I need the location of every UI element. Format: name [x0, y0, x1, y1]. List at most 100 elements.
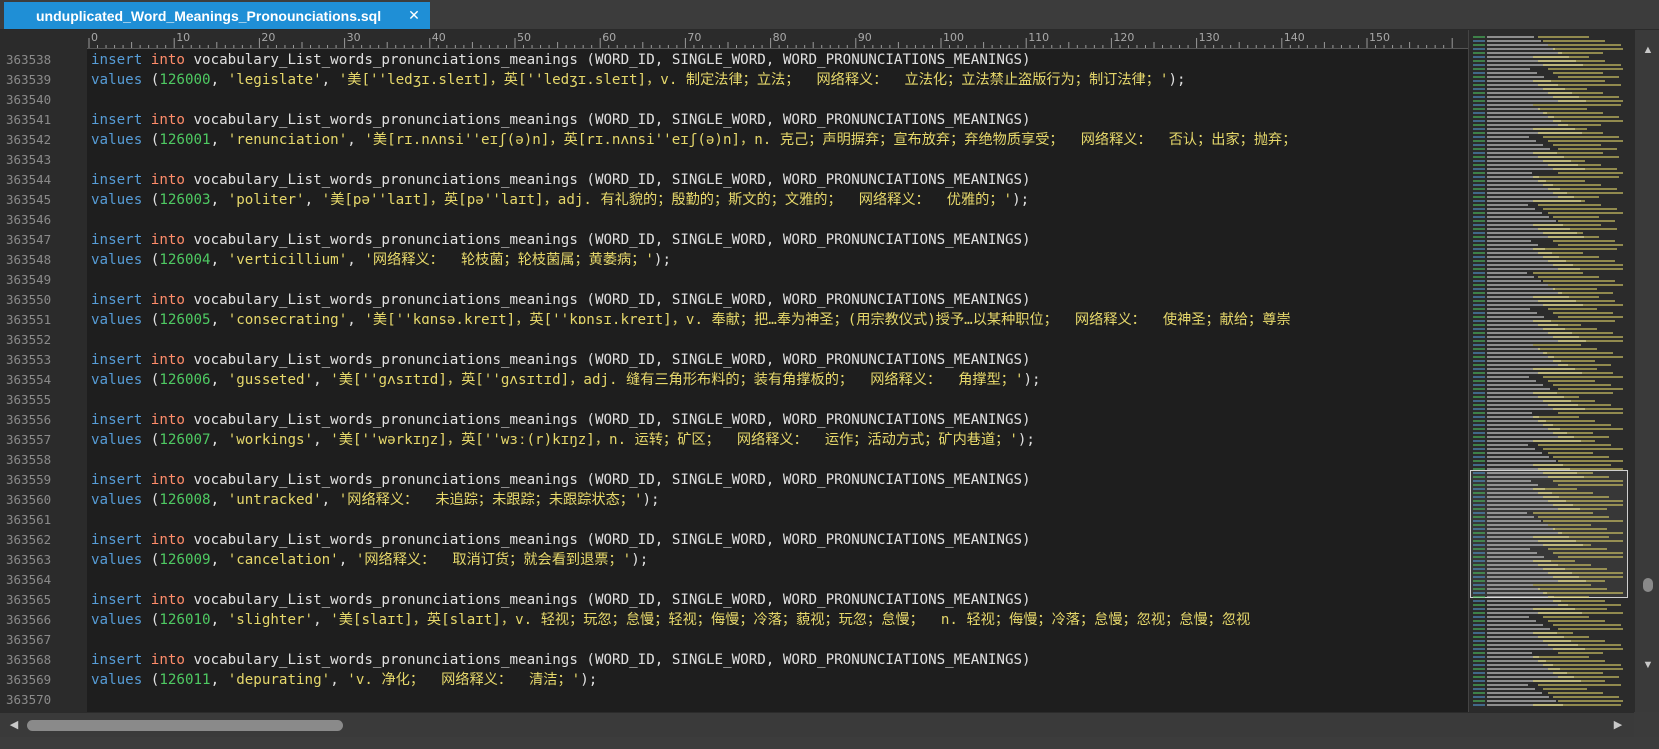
minimap-line: [1473, 372, 1485, 374]
minimap-line: [1473, 116, 1485, 118]
chevron-up-icon[interactable]: ▲: [1640, 42, 1656, 58]
minimap-line: [1487, 40, 1541, 42]
code-line[interactable]: 363540: [0, 90, 1468, 110]
code-token: into: [150, 472, 185, 488]
chevron-down-icon[interactable]: ▼: [1640, 657, 1656, 673]
code-line[interactable]: 363554 values (126006, 'gusseted', '美[''g…: [0, 370, 1468, 390]
code-line[interactable]: 363555: [0, 390, 1468, 410]
code-line[interactable]: 363547 insert into vocabulary_List_words_…: [0, 230, 1468, 250]
minimap[interactable]: [1468, 30, 1634, 712]
code-line[interactable]: 363548 values (126004, 'verticillium', '网…: [0, 250, 1468, 270]
code-line[interactable]: 363567: [0, 630, 1468, 650]
minimap-line: [1473, 628, 1485, 630]
minimap-line: [1543, 400, 1595, 402]
horizontal-scrollbar[interactable]: ◀ ▶: [0, 712, 1634, 738]
horizontal-scroll-thumb[interactable]: [27, 720, 343, 731]
column-ruler: 0 10 20 30 40 50 60 70 80 90 100 110 120 130 140 150: [87, 30, 1468, 49]
code-line[interactable]: 363558: [0, 450, 1468, 470]
code-line[interactable]: 363563 values (126009, 'cancelation', '网络…: [0, 550, 1468, 570]
ruler-mark: 0: [91, 31, 98, 44]
minimap-line: [1473, 216, 1485, 218]
minimap-line: [1487, 516, 1534, 518]
code-line[interactable]: 363551 values (126005, 'consecrating', '美…: [0, 310, 1468, 330]
minimap-line: [1487, 348, 1540, 350]
minimap-line: [1543, 304, 1623, 306]
minimap-line: [1553, 624, 1621, 626]
code-line[interactable]: 363541 insert into vocabulary_List_words_…: [0, 110, 1468, 130]
minimap-line: [1543, 688, 1587, 690]
minimap-line: [1473, 360, 1485, 362]
minimap-line: [1538, 396, 1579, 398]
code-line[interactable]: 363550 insert into vocabulary_List_words_…: [0, 290, 1468, 310]
vertical-scrollbar[interactable]: ▲ ▼: [1634, 30, 1659, 712]
minimap-line: [1548, 380, 1595, 382]
minimap-line: [1553, 360, 1595, 362]
code-line[interactable]: 363552: [0, 330, 1468, 350]
code-line[interactable]: 363560 values (126008, 'untracked', '网络释义…: [0, 490, 1468, 510]
minimap-line: [1543, 520, 1623, 522]
code-line[interactable]: 363568 insert into vocabulary_List_words_…: [0, 650, 1468, 670]
code-text: insert into vocabulary_List_words_pronun…: [91, 650, 1461, 670]
minimap-line: [1487, 280, 1541, 282]
code-line[interactable]: 363543: [0, 150, 1468, 170]
code-line[interactable]: 363553 insert into vocabulary_List_words_…: [0, 350, 1468, 370]
code-token: into: [150, 172, 185, 188]
minimap-line: [1558, 532, 1623, 534]
code-line[interactable]: 363570: [0, 690, 1468, 710]
vertical-scroll-thumb[interactable]: [1643, 578, 1653, 592]
code-line[interactable]: 363565 insert into vocabulary_List_words_…: [0, 590, 1468, 610]
tab-active-file[interactable]: unduplicated_Word_Meanings_Pronounciatio…: [4, 2, 430, 29]
code-token: insert: [91, 352, 143, 368]
minimap-line: [1473, 152, 1485, 154]
minimap-line: [1487, 68, 1530, 70]
code-line[interactable]: 363539 values (126000, 'legislate', '美[''…: [0, 70, 1468, 90]
minimap-line: [1473, 132, 1485, 134]
code-token: 'workings': [227, 432, 314, 448]
minimap-line: [1473, 704, 1485, 706]
code-token: ,: [304, 192, 322, 208]
code-line[interactable]: 363542 values (126001, 'renunciation', '美…: [0, 130, 1468, 150]
code-token: vocabulary_List_words_pronunciations_mea…: [184, 592, 1031, 608]
code-token: values: [91, 552, 143, 568]
minimap-line: [1548, 692, 1603, 694]
close-icon[interactable]: ✕: [406, 7, 422, 23]
code-line[interactable]: 363564: [0, 570, 1468, 590]
minimap-line: [1538, 300, 1615, 302]
minimap-line: [1473, 240, 1485, 242]
code-line[interactable]: 363561: [0, 510, 1468, 530]
code-editor[interactable]: 0 10 20 30 40 50 60 70 80 90 100 110 120 130 140 150 36…: [0, 30, 1468, 712]
minimap-line: [1538, 180, 1585, 182]
minimap-line: [1543, 256, 1599, 258]
code-line[interactable]: 363566 values (126010, 'slighter', '美[sla…: [0, 610, 1468, 630]
code-line[interactable]: 363562 insert into vocabulary_List_words_…: [0, 530, 1468, 550]
code-token: vocabulary_List_words_pronunciations_mea…: [184, 652, 1031, 668]
code-token: ,: [210, 552, 228, 568]
code-text: insert into vocabulary_List_words_pronun…: [91, 110, 1461, 130]
chevron-left-icon[interactable]: ◀: [6, 717, 22, 733]
minimap-line: [1553, 96, 1619, 98]
code-line[interactable]: 363556 insert into vocabulary_List_words_…: [0, 410, 1468, 430]
code-token: 'consecrating': [227, 312, 348, 328]
code-text: insert into vocabulary_List_words_pronun…: [91, 530, 1461, 550]
code-line[interactable]: 363557 values (126007, 'workings', '美[''w…: [0, 430, 1468, 450]
code-token: '美[''wərkɪŋz]，英[''wɜː(r)kɪŋz]，n. 运转；矿区； …: [330, 432, 1018, 448]
line-number: 363547: [6, 232, 52, 247]
code-line[interactable]: 363546: [0, 210, 1468, 230]
code-line[interactable]: 363549: [0, 270, 1468, 290]
code-line[interactable]: 363538 insert into vocabulary_List_words_…: [0, 50, 1468, 70]
minimap-line: [1487, 616, 1529, 618]
code-lines[interactable]: 363538 insert into vocabulary_List_words_…: [0, 50, 1468, 710]
minimap-line: [1473, 72, 1485, 74]
minimap-line: [1533, 440, 1595, 442]
code-line[interactable]: 363544 insert into vocabulary_List_words_…: [0, 170, 1468, 190]
chevron-right-icon[interactable]: ▶: [1610, 717, 1626, 733]
code-line[interactable]: 363545 values (126003, 'politer', '美[pə''…: [0, 190, 1468, 210]
line-number: 363538: [6, 52, 52, 67]
minimap-line: [1533, 512, 1593, 514]
minimap-line: [1473, 400, 1485, 402]
code-line[interactable]: 363569 values (126011, 'depurating', 'v. …: [0, 670, 1468, 690]
code-line[interactable]: 363559 insert into vocabulary_List_words_…: [0, 470, 1468, 490]
minimap-line: [1473, 436, 1485, 438]
code-token: values: [91, 132, 143, 148]
